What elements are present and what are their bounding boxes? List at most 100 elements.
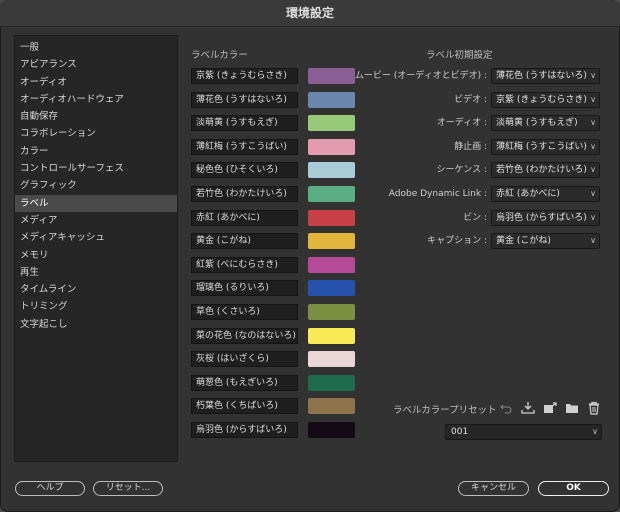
label-default-select[interactable]: 烏羽色 (からすばいろ) ∨ <box>491 209 600 226</box>
label-color-swatch[interactable] <box>308 351 355 368</box>
folder-icon[interactable] <box>565 401 579 415</box>
trash-icon[interactable] <box>587 401 601 415</box>
sidebar-item[interactable]: 自動保存 <box>15 108 177 125</box>
label-color-preset-select[interactable]: 001 ∨ <box>445 424 602 440</box>
sidebar-item[interactable]: グラフィック <box>15 177 177 194</box>
label-name-field[interactable]: 若竹色 (わかたけいろ) <box>191 186 298 202</box>
sidebar-item[interactable]: 一般 <box>15 39 177 56</box>
label-default-row: ビン : 烏羽色 (からすばいろ) ∨ <box>360 209 602 226</box>
label-default-row: キャプション : 黄金 (こがね) ∨ <box>360 233 602 250</box>
label-default-row: Adobe Dynamic Link : 赤紅 (あかべに) ∨ <box>360 186 602 202</box>
preset-value: 001 <box>451 427 469 437</box>
label-name-field[interactable]: 黄金 (こがね) <box>191 233 298 250</box>
import-icon[interactable] <box>521 401 535 415</box>
label-color-swatch[interactable] <box>308 138 355 155</box>
window-title: 環境設定 <box>0 0 620 27</box>
label-default-label: ビデオ : <box>454 94 487 105</box>
chevron-down-icon: ∨ <box>590 71 596 80</box>
sidebar-item[interactable]: ラベル <box>15 194 177 212</box>
label-color-swatch[interactable] <box>308 304 355 320</box>
chevron-down-icon: ∨ <box>592 427 598 436</box>
chevron-down-icon: ∨ <box>590 118 596 128</box>
label-color-swatch[interactable] <box>308 186 355 202</box>
label-color-swatch[interactable] <box>308 91 355 108</box>
label-default-value: 烏羽色 (からすばいろ) <box>496 212 587 223</box>
label-name-field[interactable]: 朽葉色 (くちばいろ) <box>191 398 298 415</box>
sidebar-item[interactable]: メモリ <box>15 247 177 264</box>
label-name-field[interactable]: 草色 (くさいろ) <box>191 304 298 320</box>
label-color-swatch[interactable] <box>308 374 355 391</box>
label-color-swatch[interactable] <box>308 280 355 297</box>
label-name-field[interactable]: 薄花色 (うすはないろ) <box>191 91 298 108</box>
label-default-label: シーケンス : <box>436 165 487 176</box>
label-color-swatch[interactable] <box>308 209 355 226</box>
reset-button[interactable]: リセット... <box>93 481 163 496</box>
label-color-swatch[interactable] <box>308 115 355 132</box>
sidebar-item[interactable]: カラー <box>15 143 177 160</box>
chevron-down-icon: ∨ <box>590 141 596 151</box>
label-color-swatch[interactable] <box>308 327 355 344</box>
label-name-field[interactable]: 灰桜 (はいざくら) <box>191 351 298 368</box>
label-default-select[interactable]: 黄金 (こがね) ∨ <box>491 233 600 250</box>
label-default-label: 静止画 : <box>454 141 487 152</box>
label-default-row: ムービー (オーディオとビデオ) : 薄花色 (うすはないろ) ∨ <box>355 68 602 84</box>
label-name-field[interactable]: 京紫 (きょうむらさき) <box>191 68 298 84</box>
label-color-swatch[interactable] <box>308 162 355 179</box>
label-default-label: ビン : <box>463 212 487 223</box>
label-default-select[interactable]: 京紫 (きょうむらさき) ∨ <box>491 91 600 108</box>
label-default-row: ビデオ : 京紫 (きょうむらさき) ∨ <box>360 91 602 108</box>
label-defaults-title: ラベル初期設定 <box>426 50 493 61</box>
label-default-label: キャプション : <box>427 236 487 247</box>
preferences-sidebar: 一般 アピアランス オーディオ オーディオハードウェア 自動保存 コラボレーション カラーコ… <box>14 35 178 462</box>
sidebar-item[interactable]: オーディオ <box>15 74 177 91</box>
label-default-value: 京紫 (きょうむらさき) <box>496 94 587 105</box>
label-name-field[interactable]: 淡萌黄 (うすもえぎ) <box>191 115 298 132</box>
label-name-field[interactable]: 紅紫 (べにむらさき) <box>191 256 298 273</box>
label-name-field[interactable]: 烏羽色 (からすばいろ) <box>191 422 298 438</box>
sidebar-item[interactable]: コントロールサーフェス <box>15 160 177 177</box>
label-name-field[interactable]: 薄紅梅 (うすこうばい) <box>191 138 298 155</box>
label-name-field[interactable]: 菜の花色 (なのはないろ) <box>191 327 298 344</box>
undo-icon[interactable] <box>499 401 513 415</box>
label-default-value: 淡萌黄 (うすもえぎ) <box>496 118 578 129</box>
sidebar-item[interactable]: トリミング <box>15 298 177 315</box>
label-default-value: 黄金 (こがね) <box>496 236 551 247</box>
label-name-field[interactable]: 萌葱色 (もえぎいろ) <box>191 374 298 391</box>
help-button[interactable]: ヘルプ <box>15 481 85 496</box>
label-default-select[interactable]: 薄紅梅 (うすこうばい) ∨ <box>491 138 600 155</box>
label-color-swatch[interactable] <box>308 398 355 415</box>
preferences-window: 環境設定 一般 アピアランス オーディオ オーディオハードウェア 自動保存 コラボレーショ… <box>0 0 620 512</box>
sidebar-item[interactable]: アピアランス <box>15 56 177 73</box>
sidebar-item[interactable]: メディアキャッシュ <box>15 229 177 246</box>
label-default-row: 静止画 : 薄紅梅 (うすこうばい) ∨ <box>360 138 602 155</box>
sidebar-item[interactable]: 再生 <box>15 264 177 281</box>
label-default-row: オーディオ : 淡萌黄 (うすもえぎ) ∨ <box>360 115 602 132</box>
sidebar-item[interactable]: 文字起こし <box>15 316 177 333</box>
label-default-label: Adobe Dynamic Link : <box>388 189 487 199</box>
chevron-down-icon: ∨ <box>590 189 596 198</box>
label-default-value: 薄紅梅 (うすこうばい) <box>496 141 587 152</box>
label-default-label: ムービー (オーディオとビデオ) : <box>354 71 487 81</box>
label-color-swatch[interactable] <box>308 233 355 250</box>
sidebar-item[interactable]: メディア <box>15 212 177 229</box>
label-default-select[interactable]: 淡萌黄 (うすもえぎ) ∨ <box>491 115 600 132</box>
label-color-swatch[interactable] <box>308 68 355 84</box>
label-default-label: オーディオ : <box>436 118 487 129</box>
chevron-down-icon: ∨ <box>590 94 596 104</box>
sidebar-item[interactable]: オーディオハードウェア <box>15 91 177 108</box>
label-name-field[interactable]: 瑠璃色 (るりいろ) <box>191 280 298 297</box>
sidebar-item[interactable]: タイムライン <box>15 281 177 298</box>
cancel-button[interactable]: キャンセル <box>458 481 529 496</box>
chevron-down-icon: ∨ <box>590 165 596 175</box>
label-color-swatch[interactable] <box>308 256 355 273</box>
label-color-swatch[interactable] <box>308 422 355 438</box>
label-default-select[interactable]: 若竹色 (わかたけいろ) ∨ <box>491 162 600 179</box>
export-icon[interactable] <box>543 401 557 415</box>
label-default-row: シーケンス : 若竹色 (わかたけいろ) ∨ <box>360 162 602 179</box>
ok-button[interactable]: OK <box>538 481 609 496</box>
label-name-field[interactable]: 秘色色 (ひそくいろ) <box>191 162 298 179</box>
sidebar-item[interactable]: コラボレーション <box>15 125 177 142</box>
label-name-field[interactable]: 赤紅 (あかべに) <box>191 209 298 226</box>
label-default-select[interactable]: 薄花色 (うすはないろ) ∨ <box>491 68 600 84</box>
label-default-select[interactable]: 赤紅 (あかべに) ∨ <box>491 186 600 202</box>
